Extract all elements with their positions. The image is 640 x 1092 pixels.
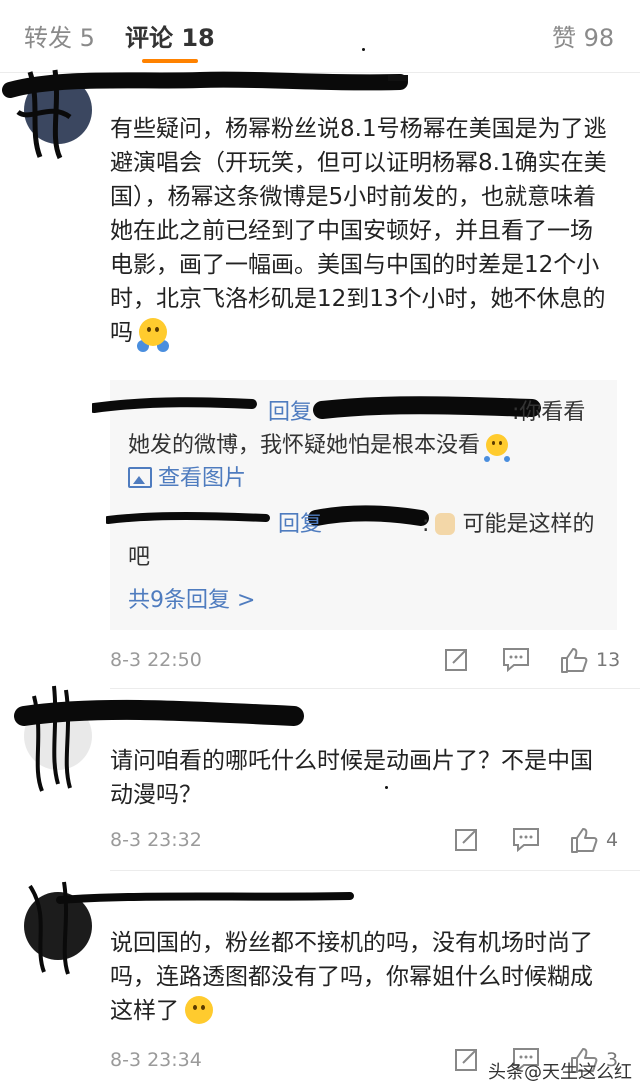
comment-time: 8-3 23:32: [110, 829, 202, 851]
tab-likes[interactable]: 赞 98: [552, 18, 614, 53]
share-icon: [455, 829, 477, 851]
reply-item: 回复: 可能是这样的吧: [128, 508, 598, 574]
watermark: 头条@天生这么红: [488, 1062, 632, 1083]
comment-text: 请问咱看的哪吒什么时候是动画片了？不是中国动漫吗？: [110, 748, 593, 808]
like-button[interactable]: [570, 826, 598, 854]
comment-icon: [503, 648, 529, 672]
reply-label: 回复: [278, 512, 323, 537]
tab-comments[interactable]: 评论 18: [125, 18, 215, 53]
reply-text: :你看看她发的微博，我怀疑她怕是根本没看: [128, 400, 586, 458]
comment-time: 8-3 22:50: [110, 649, 202, 671]
like-button[interactable]: [560, 646, 588, 674]
reply-box[interactable]: 回复:你看看她发的微博，我怀疑她怕是根本没看 查看图片 回复: 可能是这样的吧 …: [92, 380, 617, 630]
redaction-mark: [388, 75, 408, 81]
shrug-emoji-icon: [486, 434, 509, 456]
victory-hand-icon: [435, 513, 456, 535]
comment-text: 有些疑问，杨幂粉丝说8.1号杨幂在美国是为了逃避演唱会（开玩笑，但可以证明杨幂8…: [110, 112, 610, 350]
more-replies-link[interactable]: 共9条回复 >: [128, 584, 598, 617]
comment-time: 8-3 23:34: [110, 1049, 202, 1071]
comment-text-content: 说回国的，粉丝都不接机的吗，没有机场时尚了吗，连路透图都没有了吗，你幂姐什么时候…: [110, 930, 593, 1024]
stray-dot: [385, 786, 388, 789]
like-count: 4: [606, 829, 619, 851]
shrug-emoji-icon: [139, 318, 167, 346]
like-count: 13: [596, 649, 621, 671]
stray-dot: [362, 48, 365, 51]
divider: [110, 870, 640, 871]
thumb-up-icon: [571, 828, 598, 853]
thinking-emoji-icon: [185, 996, 213, 1024]
share-icon: [445, 649, 467, 671]
share-button[interactable]: [444, 646, 470, 672]
comment-text-content: 有些疑问，杨幂粉丝说8.1号杨幂在美国是为了逃避演唱会（开玩笑，但可以证明杨幂8…: [110, 116, 607, 346]
reply-text: 可能是这样的吧: [128, 512, 595, 570]
comment-icon: [513, 828, 539, 852]
reply-label: 回复: [268, 400, 313, 425]
comment-button[interactable]: [512, 826, 540, 852]
share-button[interactable]: [454, 826, 480, 852]
reply-item: 回复:你看看她发的微博，我怀疑她怕是根本没看 查看图片: [128, 396, 598, 495]
comment-text: 说回国的，粉丝都不接机的吗，没有机场时尚了吗，连路透图都没有了吗，你幂姐什么时候…: [110, 926, 610, 1028]
view-image-link[interactable]: 查看图片: [128, 462, 598, 495]
share-icon: [455, 1049, 477, 1071]
view-image-label: 查看图片: [158, 466, 247, 491]
comment-button[interactable]: [502, 646, 530, 672]
share-button[interactable]: [454, 1046, 480, 1072]
comment-meta: 8-3 22:50 13: [110, 646, 620, 676]
image-icon: [128, 467, 152, 488]
tab-reposts[interactable]: 转发 5: [24, 18, 95, 53]
reply-colon: :: [422, 512, 430, 537]
thumb-up-icon: [561, 648, 588, 673]
comment-meta: 8-3 23:32 4: [110, 826, 620, 856]
